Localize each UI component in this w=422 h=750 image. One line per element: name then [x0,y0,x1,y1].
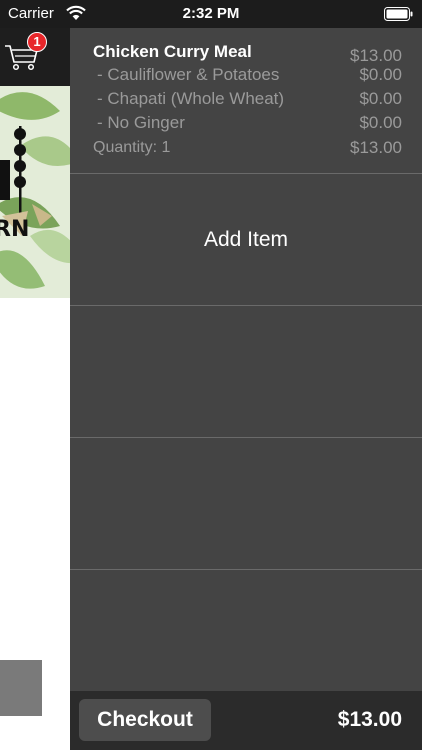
clock: 2:32 PM [182,5,240,22]
cart-count-badge: 1 [27,32,47,52]
item-price: $13.00 [350,46,402,65]
menu-header: 1 [0,28,70,86]
menu-item-thumbnail [0,660,42,716]
item-option-price: $0.00 [359,89,402,108]
cart-footer: Checkout $13.00 [70,691,422,750]
add-item-label: Add Item [203,228,289,251]
item-line-total: $13.00 [350,138,402,157]
item-option: - Chapati (Whole Wheat) [97,89,285,108]
cart-line-item[interactable]: Chicken Curry Meal $13.00 - Cauliflower … [70,28,422,174]
banner-text: RN [0,217,29,242]
add-item-button[interactable]: Add Item [70,174,422,306]
underlying-menu-screen: 1 RN [0,28,70,750]
battery-icon [384,7,413,21]
cart-total: $13.00 [337,708,402,731]
status-bar: Carrier 2:32 PM [0,0,422,28]
item-option-price: $0.00 [359,65,402,84]
restaurant-logo-banner: RN [0,86,70,298]
item-quantity: Quantity: 1 [93,139,171,156]
empty-row [70,306,422,438]
item-name: Chicken Curry Meal [93,42,252,61]
item-option: - Cauliflower & Potatoes [97,65,280,84]
cart-panel: Chicken Curry Meal $13.00 - Cauliflower … [70,28,422,750]
empty-row [70,438,422,570]
item-option: - No Ginger [97,113,185,132]
item-option-price: $0.00 [359,113,402,132]
checkout-button[interactable]: Checkout [79,699,211,741]
